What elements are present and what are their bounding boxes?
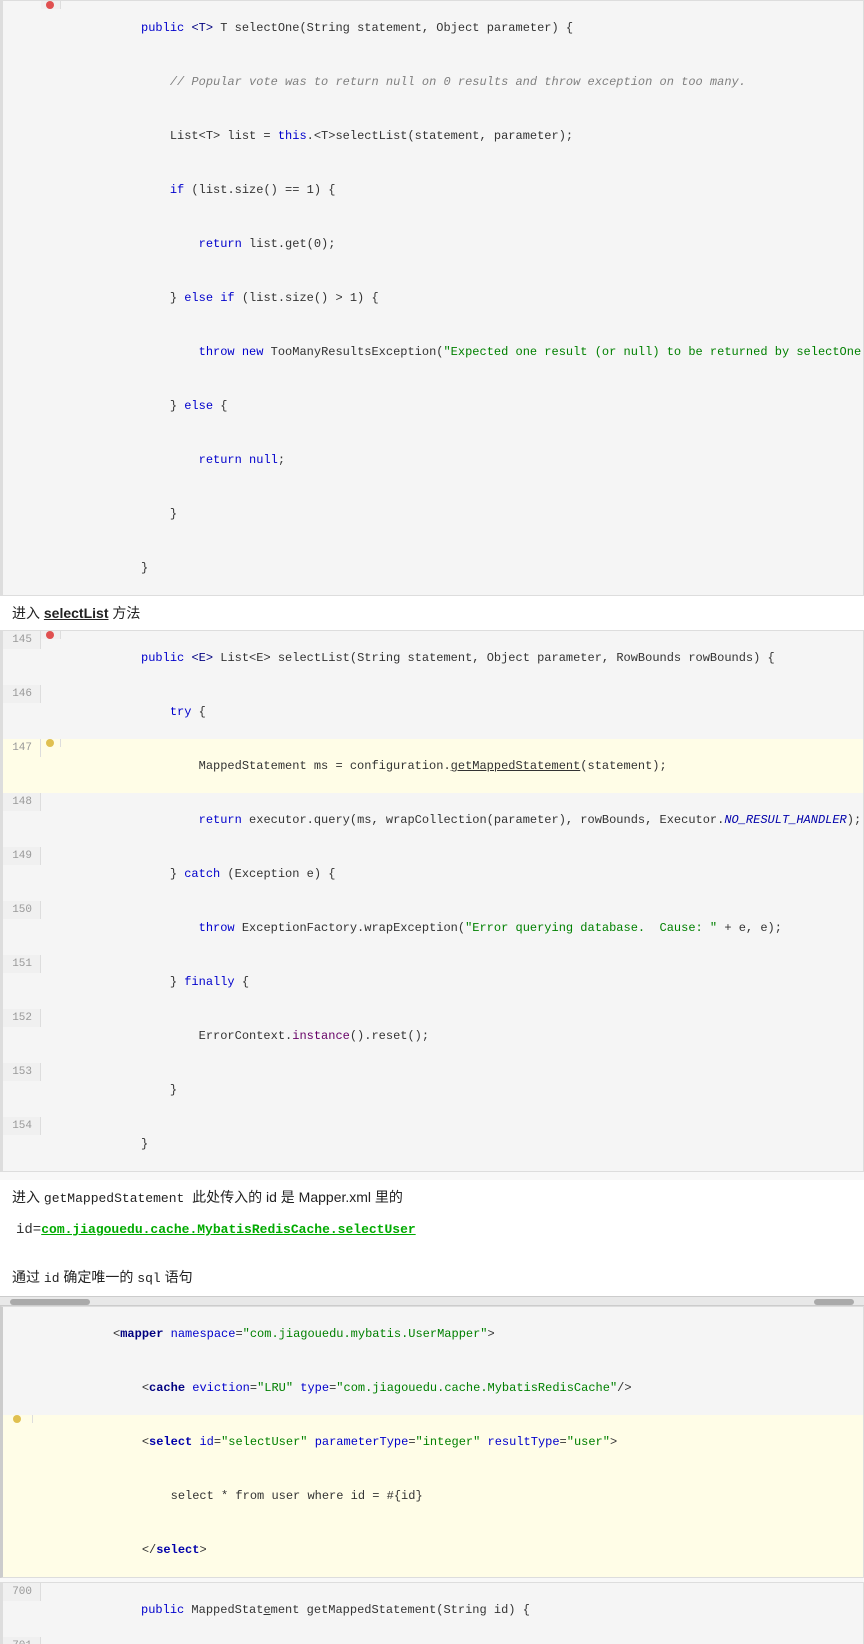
scrollbar-thumb-right[interactable] (814, 1299, 854, 1305)
line-content: return executor.query(ms, wrapCollection… (61, 793, 863, 847)
line-gutter (41, 739, 61, 747)
prose-section-3: 通过 id 确定唯一的 sql 语句 (0, 1260, 864, 1296)
code-line-147: 147 MappedStatement ms = configuration.g… (3, 739, 863, 793)
scrollbar-thumb[interactable] (10, 1299, 90, 1305)
code-line-152: 152 ErrorContext.instance().reset(); (3, 1009, 863, 1063)
xml-line-3: <select id="selectUser" parameterType="i… (3, 1415, 863, 1469)
code-line: public <T> T selectOne(String statement,… (3, 1, 863, 55)
line-number: 152 (3, 1009, 41, 1027)
line-content: public MappedStatement getMappedStatemen… (61, 1583, 863, 1637)
line-content: select * from user where id = #{id} (33, 1469, 863, 1523)
code-line: } else if (list.size() > 1) { (3, 271, 863, 325)
code-line: } (3, 541, 863, 595)
line-number: 146 (3, 685, 41, 703)
code-line: } else { (3, 379, 863, 433)
line-content: ErrorContext.instance().reset(); (61, 1009, 863, 1063)
prose-text-2: 进入 getMappedStatement 此处传入的 id 是 Mapper.… (12, 1189, 403, 1205)
xml-line-4: select * from user where id = #{id} (3, 1469, 863, 1523)
line-number: 145 (3, 631, 41, 649)
xml-line-1: <mapper namespace="com.jiagouedu.mybatis… (3, 1307, 863, 1361)
line-number: 154 (3, 1117, 41, 1135)
xml-line-2: <cache eviction="LRU" type="com.jiagoued… (3, 1361, 863, 1415)
code-line: // Popular vote was to return null on 0 … (3, 55, 863, 109)
prose-text-3: 通过 id 确定唯一的 sql 语句 (12, 1269, 193, 1285)
line-content: </select> (33, 1523, 863, 1577)
breakpoint-dot (46, 631, 54, 639)
line-content: <mapper namespace="com.jiagouedu.mybatis… (33, 1307, 863, 1361)
line-number: 148 (3, 793, 41, 811)
line-gutter (41, 631, 61, 639)
code-line-153: 153 } (3, 1063, 863, 1117)
code-line-145: 145 public <E> List<E> selectList(String… (3, 631, 863, 685)
line-content: } finally { (61, 955, 863, 1009)
line-gutter (41, 1, 61, 9)
line-content: } (61, 1117, 863, 1171)
id-prefix: id= (16, 1222, 41, 1238)
breakpoint-dot (46, 1, 54, 9)
line-content: } catch (Exception e) { (61, 847, 863, 901)
line-content: public <E> List<E> selectList(String sta… (61, 631, 863, 685)
spacer (0, 1244, 864, 1260)
line-content: MappedStatement ms = configuration.getMa… (61, 739, 863, 793)
prose-section-2: 进入 getMappedStatement 此处传入的 id 是 Mapper.… (0, 1180, 864, 1216)
line-content: throw ExceptionFactory.wrapException("Er… (61, 901, 863, 955)
line-content: } else if (list.size() > 1) { (61, 271, 863, 325)
code-line-149: 149 } catch (Exception e) { (3, 847, 863, 901)
line-gutter (3, 1415, 33, 1423)
line-content: throw new TooManyResultsException("Expec… (61, 325, 864, 379)
line-content: List<T> list = this.<T>selectList(statem… (61, 109, 863, 163)
xml-code-block: <mapper namespace="com.jiagouedu.mybatis… (0, 1306, 864, 1578)
line-number: 701 (3, 1637, 41, 1644)
top-code-block: public <T> T selectOne(String statement,… (0, 0, 864, 596)
line-content: try { (61, 685, 863, 739)
code-line-700: 700 public MappedStatement getMappedStat… (3, 1583, 863, 1637)
bottom-code-block: 700 public MappedStatement getMappedStat… (0, 1582, 864, 1644)
id-line: id=com.jiagouedu.cache.MybatisRedisCache… (0, 1216, 864, 1244)
line-number: 153 (3, 1063, 41, 1081)
code-line: return null; (3, 433, 863, 487)
code-line: return list.get(0); (3, 217, 863, 271)
line-content: public <T> T selectOne(String statement,… (61, 1, 863, 55)
line-content: <select id="selectUser" parameterType="i… (33, 1415, 863, 1469)
line-content: return this.getMappedStatement(id, valid… (61, 1637, 863, 1644)
code-line: List<T> list = this.<T>selectList(statem… (3, 109, 863, 163)
code-line-701: 701 return this.getMappedStatement(id, v… (3, 1637, 863, 1644)
line-content: return null; (61, 433, 863, 487)
line-number: 151 (3, 955, 41, 973)
line-content: } else { (61, 379, 863, 433)
prose-text-1: 进入 selectList 方法 (12, 605, 140, 621)
line-content: return list.get(0); (61, 217, 863, 271)
line-content: } (61, 1063, 863, 1117)
code-line-154: 154 } (3, 1117, 863, 1171)
line-number: 150 (3, 901, 41, 919)
code-line: throw new TooManyResultsException("Expec… (3, 325, 863, 379)
code-line: if (list.size() == 1) { (3, 163, 863, 217)
prose-section-1: 进入 selectList 方法 (0, 596, 864, 630)
execution-dot (13, 1415, 21, 1423)
middle-code-block: 145 public <E> List<E> selectList(String… (0, 630, 864, 1172)
id-value: com.jiagouedu.cache.MybatisRedisCache.se… (41, 1222, 415, 1237)
line-content: // Popular vote was to return null on 0 … (61, 55, 863, 109)
execution-dot (46, 739, 54, 747)
xml-line-5: </select> (3, 1523, 863, 1577)
code-line-146: 146 try { (3, 685, 863, 739)
line-number: 147 (3, 739, 41, 757)
line-content: } (61, 541, 863, 595)
code-line-148: 148 return executor.query(ms, wrapCollec… (3, 793, 863, 847)
line-content: if (list.size() == 1) { (61, 163, 863, 217)
line-number: 700 (3, 1583, 41, 1601)
code-line-151: 151 } finally { (3, 955, 863, 1009)
line-content: } (61, 487, 863, 541)
code-line-150: 150 throw ExceptionFactory.wrapException… (3, 901, 863, 955)
code-line: } (3, 487, 863, 541)
line-content: <cache eviction="LRU" type="com.jiagoued… (33, 1361, 863, 1415)
line-number: 149 (3, 847, 41, 865)
scrollbar-container[interactable] (0, 1296, 864, 1306)
